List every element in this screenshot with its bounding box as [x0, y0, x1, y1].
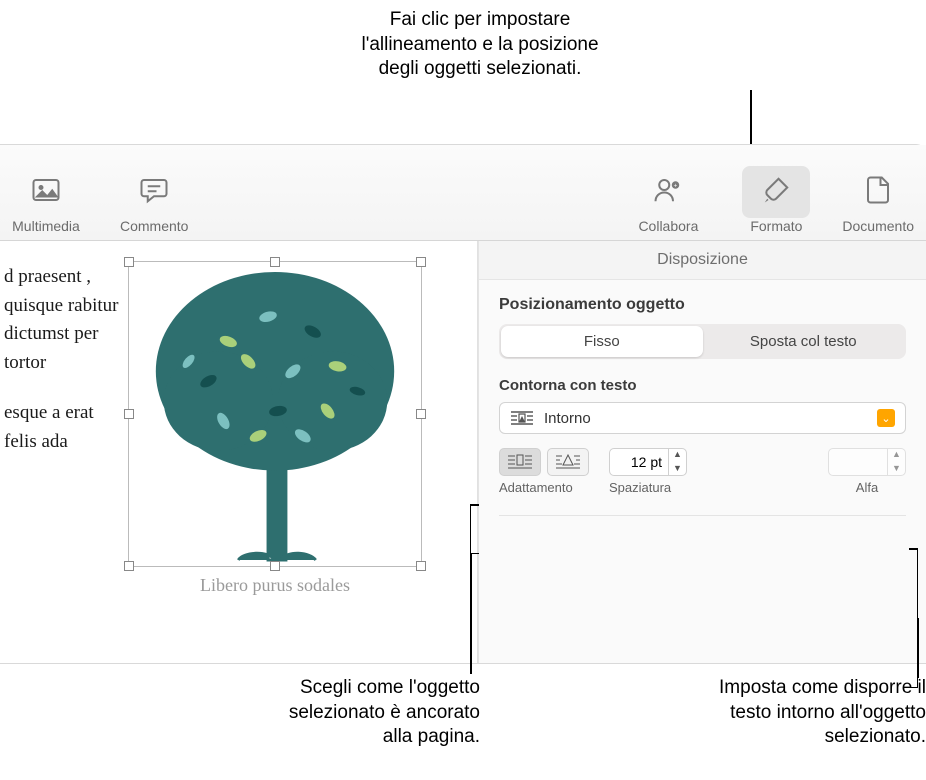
app-window: Multimedia Commento + Collabora Formato [0, 144, 926, 664]
toolbar-label: Formato [750, 218, 802, 234]
comment-icon [136, 172, 172, 208]
document-canvas[interactable]: d praesent , quisque rabitur dictumst pe… [0, 241, 478, 663]
fit-rect-button[interactable] [499, 448, 541, 476]
resize-handle[interactable] [270, 257, 280, 267]
doc-paragraph: esque a erat felis ada [4, 399, 120, 456]
content-area: d praesent , quisque rabitur dictumst pe… [0, 241, 926, 663]
stepper-up-icon[interactable]: ▲ [669, 448, 686, 462]
callout-br-text: Imposta come disporre il testo intorno a… [630, 676, 926, 750]
stepper-down-icon[interactable]: ▼ [669, 462, 686, 476]
callout-line-bl [470, 554, 472, 674]
toolbar-item-commento[interactable]: Commento [120, 166, 188, 234]
tree-illustration-icon [129, 262, 421, 566]
callout-bl-text: Scegli come l'oggetto selezionato è anco… [180, 676, 480, 750]
stepper-up-icon[interactable]: ▲ [888, 448, 905, 462]
resize-handle[interactable] [270, 561, 280, 571]
alpha-stepper[interactable]: ▲ ▼ [828, 448, 906, 476]
fit-contour-button[interactable] [547, 448, 589, 476]
spacing-label: Spaziatura [609, 480, 671, 495]
resize-handle[interactable] [124, 561, 134, 571]
doc-paragraph: d praesent , quisque rabitur dictumst pe… [4, 263, 120, 377]
text-fit-buttons [499, 448, 589, 476]
callout-top: Fai clic per impostare l'allineamento e … [270, 8, 690, 82]
format-inspector: Disposizione Posizionamento oggetto Fiss… [478, 241, 926, 663]
selected-image-object[interactable] [128, 261, 422, 567]
inspector-tab-disposizione[interactable]: Disposizione [479, 241, 926, 280]
toolbar-item-documento[interactable]: Documento [842, 166, 914, 234]
seg-fixed-button[interactable]: Fisso [501, 326, 703, 357]
fit-contour-icon [555, 454, 581, 470]
image-caption[interactable]: Libero purus sodales [128, 575, 422, 596]
format-brush-icon [758, 172, 794, 208]
callout-bracket-left [470, 504, 478, 554]
panel-divider [499, 515, 906, 516]
callout-top-text: Fai clic per impostare l'allineamento e … [270, 8, 690, 82]
toolbar-label: Collabora [638, 218, 698, 234]
svg-text:+: + [674, 183, 678, 190]
callout-top-line [750, 90, 752, 144]
spacing-input[interactable] [610, 454, 668, 470]
seg-move-with-text-button[interactable]: Sposta col testo [703, 326, 905, 357]
wrap-mode-value: Intorno [544, 410, 591, 427]
resize-handle[interactable] [124, 409, 134, 419]
object-placement-segmented: Fisso Sposta col testo [499, 324, 906, 359]
callout-line-br [917, 618, 919, 678]
photo-icon [28, 172, 64, 208]
section-title-position: Posizionamento oggetto [499, 296, 906, 314]
resize-handle[interactable] [416, 257, 426, 267]
resize-handle[interactable] [416, 561, 426, 571]
stepper-down-icon[interactable]: ▼ [888, 462, 905, 476]
spacing-stepper[interactable]: ▲ ▼ [609, 448, 687, 476]
toolbar-item-multimedia[interactable]: Multimedia [12, 166, 80, 234]
fit-rect-icon [507, 454, 533, 470]
toolbar-item-collabora[interactable]: + Collabora [634, 166, 702, 234]
toolbar-item-formato[interactable]: Formato [742, 166, 810, 234]
seg-label: Sposta col testo [750, 333, 857, 350]
toolbar-label: Multimedia [12, 218, 80, 234]
wrap-mode-dropdown[interactable]: Intorno ⌄ [499, 402, 906, 434]
document-icon [860, 172, 896, 208]
callout-bottom-right: Imposta come disporre il testo intorno a… [630, 676, 926, 750]
collaborate-icon: + [650, 172, 686, 208]
resize-handle[interactable] [416, 409, 426, 419]
wrap-around-icon [510, 410, 534, 426]
resize-handle[interactable] [124, 257, 134, 267]
seg-label: Fisso [584, 333, 620, 350]
toolbar: Multimedia Commento + Collabora Formato [0, 145, 926, 241]
inspector-tab-label: Disposizione [657, 251, 748, 268]
callout-bottom-left: Scegli come l'oggetto selezionato è anco… [180, 676, 480, 750]
section-title-wrap: Contorna con testo [499, 377, 906, 394]
dropdown-chevron-icon: ⌄ [877, 409, 895, 427]
toolbar-label: Commento [120, 218, 188, 234]
toolbar-label: Documento [842, 218, 914, 234]
document-text: d praesent , quisque rabitur dictumst pe… [0, 263, 120, 478]
alpha-label: Alfa [856, 480, 878, 495]
fit-label: Adattamento [499, 480, 573, 495]
alpha-input[interactable] [829, 454, 887, 470]
